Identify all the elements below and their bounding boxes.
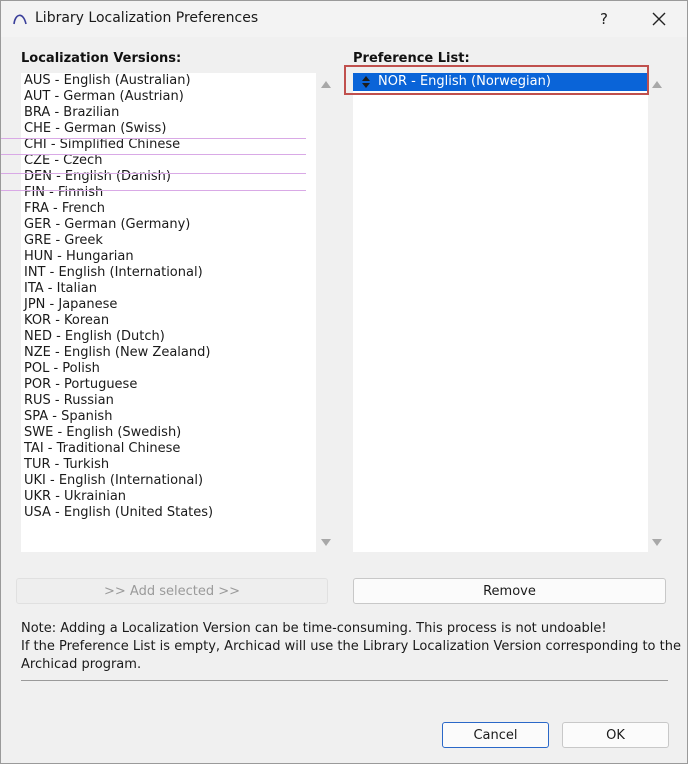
localization-list-item[interactable]: NZE - English (New Zealand) (24, 345, 210, 361)
preference-list-label: Preference List: (353, 51, 470, 66)
localization-list-item[interactable]: DEN - English (Danish) (24, 169, 171, 185)
rendering-artifact-line (1, 154, 306, 155)
add-selected-button[interactable]: >> Add selected >> (16, 578, 328, 604)
localization-list-item[interactable]: ITA - Italian (24, 281, 97, 297)
note-line-1: Note: Adding a Localization Version can … (21, 621, 607, 636)
localization-list-item[interactable]: USA - English (United States) (24, 505, 213, 521)
localization-list-item[interactable]: POL - Polish (24, 361, 100, 377)
localization-list-item[interactable]: TAI - Traditional Chinese (24, 441, 180, 457)
localization-list-item[interactable]: FIN - Finnish (24, 185, 103, 201)
localization-list-item[interactable]: CHE - German (Swiss) (24, 121, 166, 137)
localization-list-item[interactable]: UKI - English (International) (24, 473, 203, 489)
list-scroll-down-icon[interactable] (321, 539, 331, 546)
note-line-2: If the Preference List is empty, Archica… (21, 639, 681, 654)
localization-list-item[interactable]: AUS - English (Australian) (24, 73, 191, 89)
localization-list-item[interactable]: HUN - Hungarian (24, 249, 134, 265)
help-button[interactable]: ? (590, 5, 618, 33)
rendering-artifact-line (1, 173, 306, 174)
annotation-highlight-box (344, 65, 649, 95)
localization-list-item[interactable]: GRE - Greek (24, 233, 103, 249)
localization-list-item[interactable]: FRA - French (24, 201, 105, 217)
localization-list-item[interactable]: CZE - Czech (24, 153, 102, 169)
localization-list-item[interactable]: GER - German (Germany) (24, 217, 190, 233)
localization-list-item[interactable]: CHI - Simplified Chinese (24, 137, 180, 153)
preference-scroll-up-icon[interactable] (652, 81, 662, 88)
localization-list-item[interactable]: AUT - German (Austrian) (24, 89, 184, 105)
remove-button[interactable]: Remove (353, 578, 666, 604)
localization-list-item[interactable]: JPN - Japanese (24, 297, 117, 313)
archicad-arc-icon (13, 14, 27, 25)
localization-list-item[interactable]: UKR - Ukrainian (24, 489, 126, 505)
localization-versions-list[interactable]: AUS - English (Australian) AUT - German (… (21, 73, 316, 552)
rendering-artifact-line (1, 138, 306, 139)
note-line-3: Archicad program. (21, 657, 142, 672)
window-title: Library Localization Preferences (35, 10, 259, 26)
cancel-button[interactable]: Cancel (442, 722, 549, 748)
localization-list-item[interactable]: INT - English (International) (24, 265, 203, 281)
preference-scroll-down-icon[interactable] (652, 539, 662, 546)
preference-list[interactable] (353, 73, 648, 552)
title-bar: Library Localization Preferences ? (1, 1, 687, 37)
localization-list-item[interactable]: KOR - Korean (24, 313, 109, 329)
close-icon[interactable] (641, 5, 677, 33)
localization-list-item[interactable]: TUR - Turkish (24, 457, 109, 473)
localization-versions-label: Localization Versions: (21, 51, 182, 66)
localization-preferences-dialog: Library Localization Preferences ? Local… (0, 0, 688, 764)
ok-button[interactable]: OK (562, 722, 669, 748)
localization-list-item[interactable]: SWE - English (Swedish) (24, 425, 181, 441)
localization-list-item[interactable]: SPA - Spanish (24, 409, 112, 425)
localization-list-item[interactable]: BRA - Brazilian (24, 105, 119, 121)
divider (21, 680, 668, 681)
localization-list-item[interactable]: POR - Portuguese (24, 377, 137, 393)
list-scroll-up-icon[interactable] (321, 81, 331, 88)
rendering-artifact-line (1, 190, 306, 191)
localization-list-item[interactable]: RUS - Russian (24, 393, 114, 409)
localization-list-item[interactable]: NED - English (Dutch) (24, 329, 165, 345)
